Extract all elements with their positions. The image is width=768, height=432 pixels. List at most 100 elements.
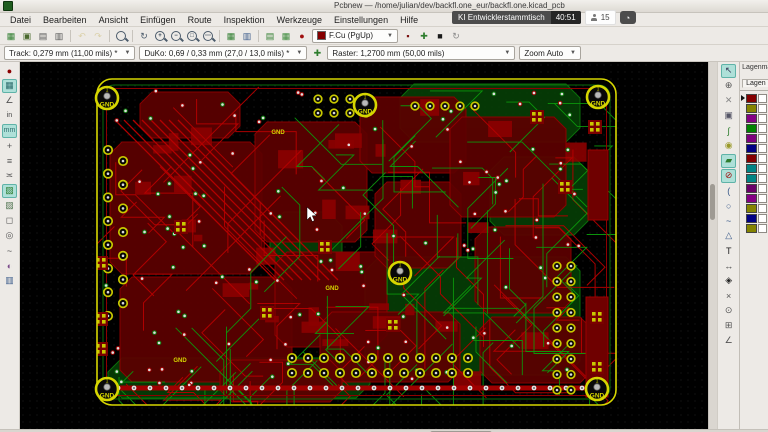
layer-color-swatch[interactable] [746, 93, 758, 103]
footprint-editor-icon[interactable]: ▦ [224, 29, 238, 43]
layer-visibility-checkbox[interactable] [758, 173, 768, 183]
grid-origin-icon[interactable]: ⊞ [721, 319, 736, 333]
via-color-icon[interactable]: ▪ [401, 29, 415, 43]
redraw-icon[interactable]: ↻ [137, 29, 151, 43]
menu-hilfe[interactable]: Hilfe [394, 14, 424, 26]
plot-icon[interactable]: ▥ [52, 29, 66, 43]
layer-visibility-checkbox[interactable] [758, 103, 768, 113]
vias-sketch-icon[interactable]: ◎ [2, 229, 17, 243]
update-pcb-icon[interactable]: ▦ [279, 29, 293, 43]
new-board-icon[interactable]: ▦ [4, 29, 18, 43]
print-icon[interactable]: ▤ [36, 29, 50, 43]
layer-row[interactable] [740, 153, 768, 163]
layer-visibility-checkbox[interactable] [758, 133, 768, 143]
layer-row[interactable] [740, 93, 768, 103]
add-text-icon[interactable]: T [721, 244, 736, 258]
add-spline-icon[interactable]: ~ [721, 214, 736, 228]
mode-refresh-icon[interactable]: ↻ [449, 29, 463, 43]
layer-color-swatch[interactable] [746, 223, 758, 233]
add-polygon-icon[interactable]: △ [721, 229, 736, 243]
add-zone-icon[interactable]: ▰ [721, 153, 737, 168]
layer-color-swatch[interactable] [746, 163, 758, 173]
zoom-selection-icon[interactable]: ⋯ [201, 29, 215, 43]
library-browser-icon[interactable]: ▤ [263, 29, 277, 43]
delete-tool-icon[interactable]: × [721, 289, 736, 303]
layer-visibility-checkbox[interactable] [758, 163, 768, 173]
layer-selector-dropdown[interactable]: F.Cu (PgUp) ▼ [312, 28, 398, 43]
layer-row[interactable] [740, 143, 768, 153]
menu-werkzeuge[interactable]: Werkzeuge [271, 14, 328, 26]
layer-visibility-checkbox[interactable] [758, 213, 768, 223]
layer-row[interactable] [740, 173, 768, 183]
layer-visibility-checkbox[interactable] [758, 113, 768, 123]
layer-color-swatch[interactable] [746, 103, 758, 113]
layer-color-swatch[interactable] [746, 213, 758, 223]
layer-color-swatch[interactable] [746, 203, 758, 213]
layer-visibility-checkbox[interactable] [758, 93, 768, 103]
measure-tool-icon[interactable]: ∠ [721, 334, 736, 348]
layer-color-swatch[interactable] [746, 133, 758, 143]
layer-visibility-checkbox[interactable] [758, 153, 768, 163]
footprint-browser-icon[interactable]: ▥ [240, 29, 254, 43]
layer-color-swatch[interactable] [746, 193, 758, 203]
highlight-net-icon[interactable]: ⊕ [721, 79, 736, 93]
layer-row[interactable] [740, 193, 768, 203]
redo-icon[interactable]: ↷ [91, 29, 105, 43]
zoom-dropdown[interactable]: Zoom Auto ▼ [519, 46, 581, 60]
ratsnest-footprint-icon[interactable]: ≍ [2, 169, 17, 183]
menu-einfgen[interactable]: Einfügen [134, 14, 182, 26]
layers-manager-toggle-icon[interactable]: ▥ [2, 274, 17, 288]
layer-row[interactable] [740, 113, 768, 123]
add-footprint-icon[interactable]: ▣ [721, 109, 736, 123]
layer-pair-icon[interactable]: ✚ [417, 29, 431, 43]
tracks-sketch-icon[interactable]: ~ [2, 244, 17, 258]
layer-color-swatch[interactable] [746, 113, 758, 123]
menu-ansicht[interactable]: Ansicht [93, 14, 135, 26]
track-width-dropdown[interactable]: Track: 0,279 mm (11,00 mils) * ▼ [4, 46, 136, 60]
local-ratsnest-icon[interactable]: ✕ [721, 94, 736, 108]
drc-check-icon[interactable]: ● [295, 29, 309, 43]
layer-visibility-checkbox[interactable] [758, 223, 768, 233]
zoom-in-icon[interactable]: + [153, 29, 167, 43]
select-tool-icon[interactable]: ↖ [721, 63, 737, 78]
via-size-dropdown[interactable]: DuKo: 0,69 / 0,33 mm (27,0 / 13,0 mils) … [139, 46, 308, 60]
layer-color-swatch[interactable] [746, 173, 758, 183]
layer-pair-indicator-icon[interactable]: ✚ [310, 46, 324, 60]
tab-layers[interactable]: Lagen [742, 79, 768, 88]
undo-icon[interactable]: ↶ [75, 29, 89, 43]
units-mm-icon[interactable]: mm [1, 123, 17, 138]
layer-visibility-checkbox[interactable] [758, 123, 768, 133]
layer-row[interactable] [740, 123, 768, 133]
cursor-shape-icon[interactable]: + [2, 139, 17, 153]
add-circle-icon[interactable]: ○ [721, 199, 736, 213]
layer-row[interactable] [740, 183, 768, 193]
layer-row[interactable] [740, 133, 768, 143]
drill-origin-icon[interactable]: ⊙ [721, 304, 736, 318]
layer-visibility-checkbox[interactable] [758, 193, 768, 203]
ratsnest-visibility-icon[interactable]: ≡ [2, 154, 17, 168]
layer-visibility-checkbox[interactable] [758, 143, 768, 153]
layer-color-swatch[interactable] [746, 143, 758, 153]
save-icon[interactable]: ▣ [20, 29, 34, 43]
layer-color-swatch[interactable] [746, 153, 758, 163]
polar-coords-icon[interactable]: ∠ [2, 94, 17, 108]
layer-color-swatch[interactable] [746, 183, 758, 193]
add-via-icon[interactable]: ◉ [721, 139, 736, 153]
vertical-scrollbar[interactable] [708, 62, 718, 429]
pcb-canvas[interactable]: 1 GND 1 GND 1 GND 1 GND 1 GND 1 GND GND GND GND [19, 62, 709, 429]
add-arc-icon[interactable]: ( [721, 184, 736, 198]
menu-bearbeiten[interactable]: Bearbeiten [37, 14, 93, 26]
zoom-fit-icon[interactable]: □ [185, 29, 199, 43]
layer-color-swatch[interactable] [746, 123, 758, 133]
zoom-out-icon[interactable]: − [169, 29, 183, 43]
layer-visibility-checkbox[interactable] [758, 203, 768, 213]
high-contrast-icon[interactable]: ◐ [2, 259, 17, 273]
vertical-scrollbar-thumb[interactable] [710, 184, 716, 220]
layer-visibility-checkbox[interactable] [758, 183, 768, 193]
add-keepout-icon[interactable]: ⊘ [721, 168, 737, 183]
3d-viewer-icon[interactable]: ■ [433, 29, 447, 43]
menu-inspektion[interactable]: Inspektion [218, 14, 271, 26]
playback-speed-button[interactable]: ◔ [619, 11, 636, 24]
units-inch-icon[interactable]: in [2, 109, 17, 123]
menu-datei[interactable]: Datei [4, 14, 37, 26]
